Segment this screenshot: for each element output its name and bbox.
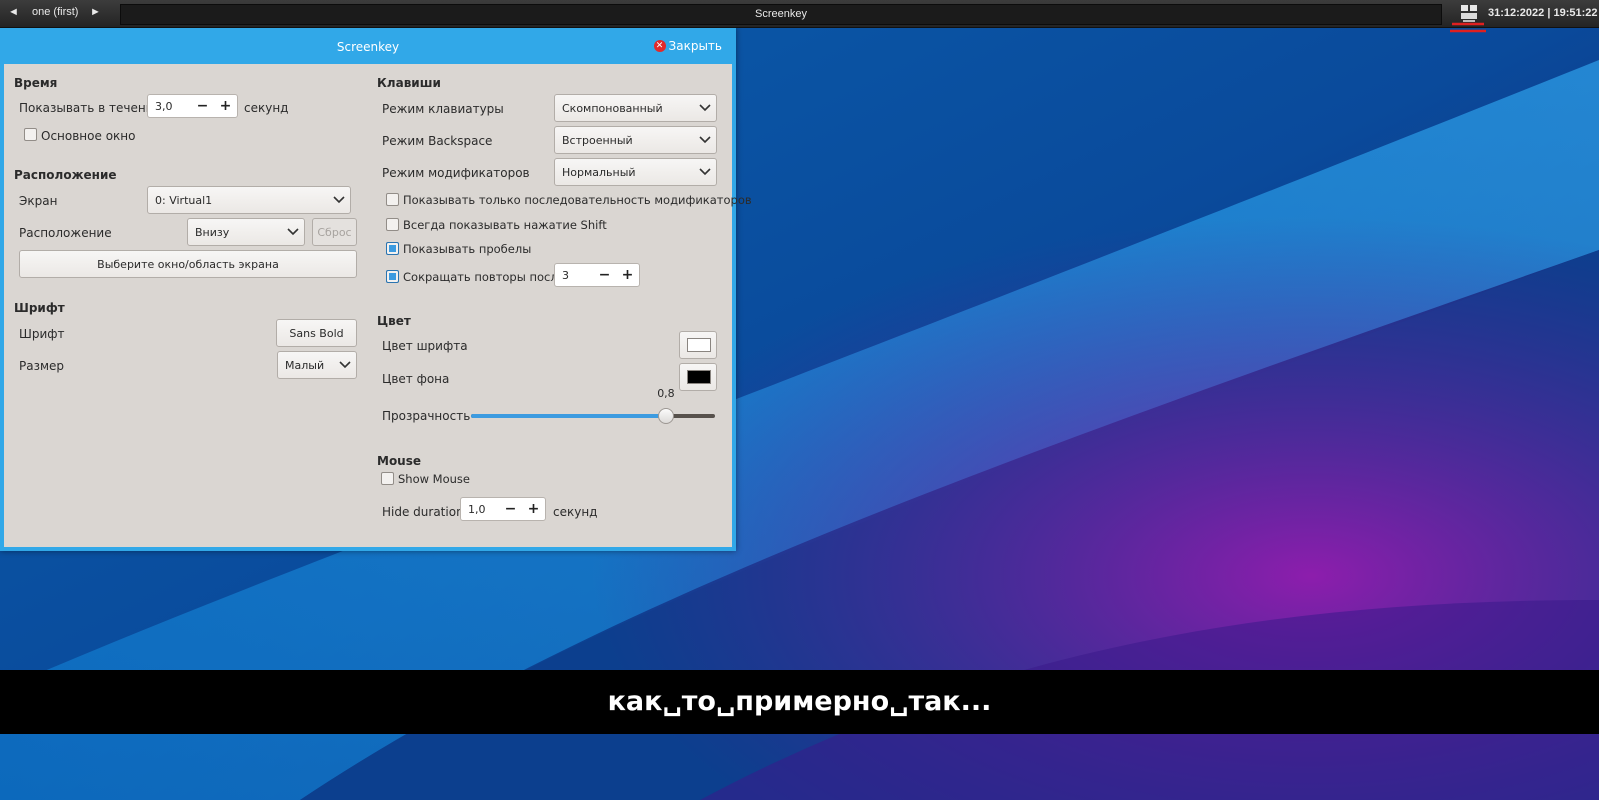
hide-duration-unit: секунд [553,505,598,519]
section-heading-position: Расположение [14,168,117,182]
chevron-down-icon [282,218,304,246]
bg-color-label: Цвет фона [382,372,450,386]
main-window-checkbox[interactable] [24,128,37,141]
backspace-mode-select[interactable]: Встроенный [554,126,717,154]
section-heading-color: Цвет [377,314,411,328]
close-circle-icon: ✕ [653,40,666,52]
close-label: Закрыть [668,39,722,53]
screenkey-settings-window: Screenkey ✕ Закрыть Время Показывать в т… [0,27,752,551]
decrement-button[interactable]: − [593,267,616,283]
window-body: Время Показывать в течение 3,0 − + секун… [4,64,752,547]
always-shift-checkbox[interactable] [386,218,399,231]
mods-only-checkbox[interactable] [386,193,399,206]
chevron-down-icon [694,158,716,186]
modifiers-mode-label: Режим модификаторов [382,166,530,180]
opacity-slider[interactable]: 0,8 [471,387,715,426]
window-title: Screenkey [336,40,400,54]
font-color-swatch [687,338,711,352]
close-button[interactable]: ✕ Закрыть [653,39,722,53]
compress-repeats-label[interactable]: Сокращать повторы после [403,270,565,284]
red-underline-annotation [1450,22,1486,33]
triangle-left-icon[interactable]: ◄ [8,6,19,18]
increment-button[interactable]: + [214,98,237,114]
show-for-value[interactable]: 3,0 [148,100,191,113]
bg-color-button[interactable] [679,363,717,391]
show-mouse-checkbox[interactable] [381,472,394,485]
show-spaces-checkbox[interactable] [386,242,399,255]
taskbar-title: Screenkey [755,8,807,20]
modifiers-mode-value: Нормальный [562,165,636,179]
keyboard-mode-value: Скомпонованный [562,101,663,115]
triangle-right-icon[interactable]: ► [90,6,101,18]
taskbar-item-screenkey[interactable]: Screenkey [120,4,1442,25]
compress-repeats-value[interactable]: 3 [555,269,593,282]
show-for-label: Показывать в течение [19,101,161,115]
window-titlebar[interactable]: Screenkey ✕ Закрыть [0,27,736,64]
compress-repeats-spinner[interactable]: 3 − + [554,263,640,287]
increment-button[interactable]: + [616,267,639,283]
overlay-text: как␣то␣примерно␣так... [607,686,992,717]
select-area-button[interactable]: Выберите окно/область экрана [19,250,357,278]
screen-select-value: 0: Virtual1 [155,193,213,207]
keyboard-mode-select[interactable]: Скомпонованный [554,94,717,122]
section-heading-font: Шрифт [14,301,65,315]
chevron-down-icon [328,186,350,214]
workspace-label[interactable]: one (first) [32,6,78,18]
reset-button[interactable]: Сброс [312,218,357,246]
size-label: Размер [19,359,65,373]
show-for-unit: секунд [244,101,289,115]
font-color-button[interactable] [679,331,717,359]
modifiers-mode-select[interactable]: Нормальный [554,158,717,186]
mods-only-label[interactable]: Показывать только последовательность мод… [403,193,752,207]
keyboard-mode-label: Режим клавиатуры [382,102,504,116]
decrement-button[interactable]: − [499,501,522,517]
size-select-value: Малый [285,358,325,372]
position-select-value: Внизу [195,225,230,239]
font-label: Шрифт [19,327,65,341]
increment-button[interactable]: + [522,501,545,517]
always-shift-label[interactable]: Всегда показывать нажатие Shift [403,218,607,232]
screenkey-overlay: как␣то␣примерно␣так... [0,670,1599,734]
slider-fill [471,414,667,418]
screen-label: Экран [19,194,58,208]
section-heading-keys: Клавиши [377,76,441,90]
decrement-button[interactable]: − [191,98,214,114]
screen-select[interactable]: 0: Virtual1 [147,186,351,214]
backspace-mode-value: Встроенный [562,133,633,147]
chevron-down-icon [694,94,716,122]
chevron-down-icon [694,126,716,154]
clock[interactable]: 31:12:2022 | 19:51:22 [1488,7,1598,19]
section-heading-mouse: Mouse [377,454,422,468]
backspace-mode-label: Режим Backspace [382,134,493,148]
bg-color-swatch [687,370,711,384]
hide-duration-value[interactable]: 1,0 [461,503,499,516]
show-for-spinner[interactable]: 3,0 − + [147,94,238,118]
show-mouse-label[interactable]: Show Mouse [398,472,470,486]
section-heading-time: Время [14,76,58,90]
slider-handle[interactable] [658,408,675,424]
position-select[interactable]: Внизу [187,218,305,246]
size-select[interactable]: Малый [277,351,357,379]
position-label: Расположение [19,226,112,240]
font-chooser-button[interactable]: Sans Bold [276,319,357,347]
hide-duration-label: Hide duration [382,505,464,519]
hide-duration-spinner[interactable]: 1,0 − + [460,497,546,521]
top-panel: ◄ one (first) ► Screenkey 31:12:2022 | 1… [0,0,1599,28]
compress-repeats-checkbox[interactable] [386,270,399,283]
opacity-label: Прозрачность [382,409,471,423]
opacity-value: 0,8 [657,387,675,400]
font-color-label: Цвет шрифта [382,339,468,353]
main-window-label[interactable]: Основное окно [41,129,135,143]
show-spaces-label[interactable]: Показывать пробелы [403,242,531,256]
chevron-down-icon [334,351,356,379]
